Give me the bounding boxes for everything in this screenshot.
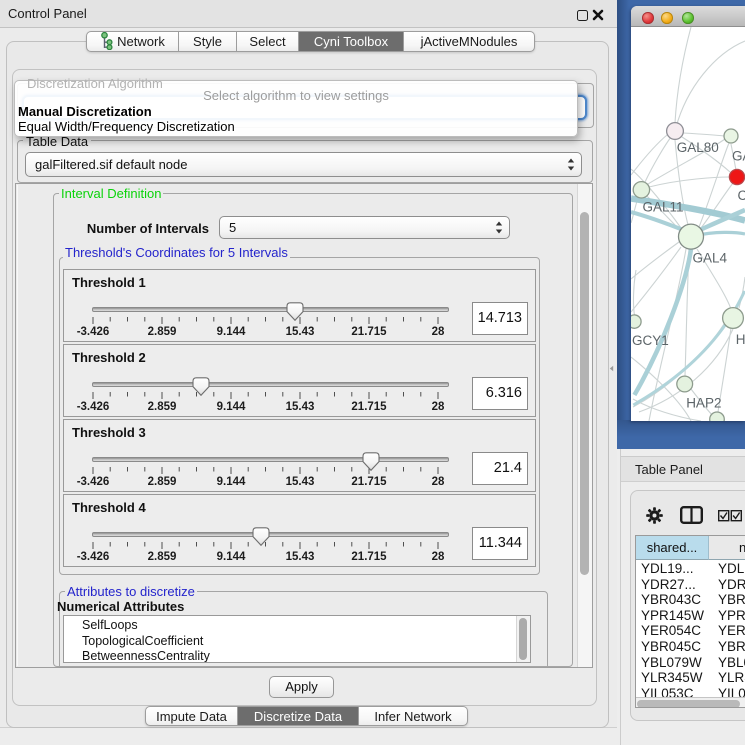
svg-text:GCY1: GCY1 bbox=[632, 333, 669, 348]
svg-text:H: H bbox=[736, 332, 745, 347]
svg-text:HAP2: HAP2 bbox=[686, 395, 721, 410]
svg-text:GAL80: GAL80 bbox=[677, 140, 719, 155]
svg-text:GAL4: GAL4 bbox=[693, 251, 728, 266]
svg-text:C: C bbox=[738, 188, 745, 203]
svg-text:GAL11: GAL11 bbox=[643, 200, 684, 215]
svg-text:GA: GA bbox=[732, 149, 745, 164]
